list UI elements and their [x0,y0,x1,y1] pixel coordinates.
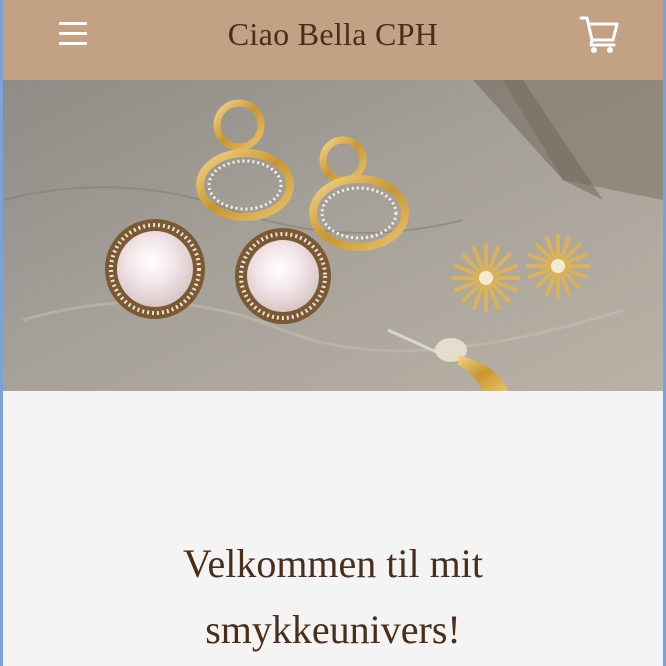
site-header: Ciao Bella CPH [3,0,663,80]
welcome-heading: Velkommen til mit smykkeunivers! [183,541,483,652]
star-earring-right [526,234,590,298]
app-frame: Ciao Bella CPH Velkommen til mit smykkeu… [0,0,666,666]
shopping-cart-icon [579,16,619,53]
pearl-earring-right [235,228,331,324]
cart-button[interactable] [577,12,621,56]
hero-image [3,80,663,391]
star-earring-left [452,244,520,312]
pearl-earring-left [105,219,205,319]
main-content: Velkommen til mit smykkeunivers! [3,391,663,666]
store-title[interactable]: Ciao Bella CPH [3,14,663,54]
